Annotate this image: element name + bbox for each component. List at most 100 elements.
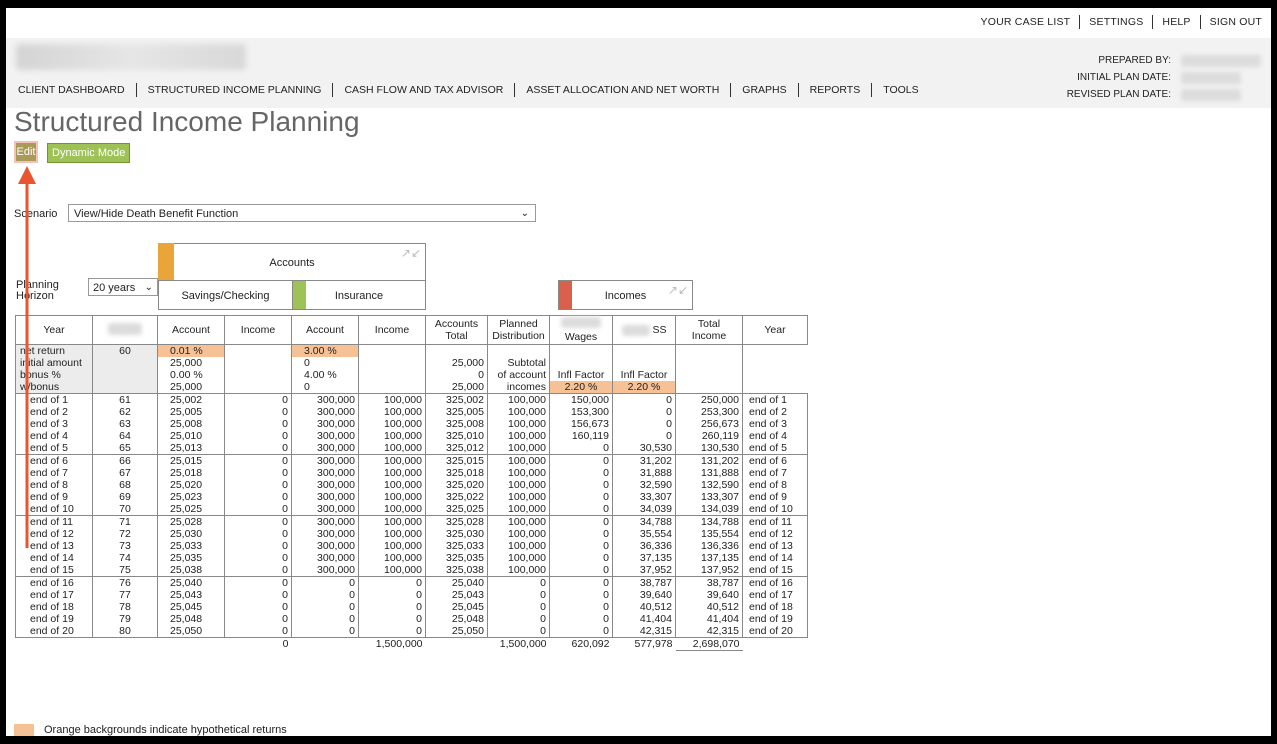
cell-age: 74: [92, 552, 158, 564]
cell-age: 79: [92, 613, 158, 625]
cell-savings-income: 0: [224, 601, 292, 613]
cell-year-right: end of 8: [742, 479, 808, 491]
cell-planned-distribution: 0: [487, 601, 550, 613]
table-row: end of 7 67 25,018 0 300,000 100,000 325,018 10…: [15, 467, 808, 479]
cell-savings-income: 0: [224, 540, 292, 552]
cell-year-right: end of 10: [742, 503, 808, 516]
cell-wages: 0: [549, 515, 613, 528]
assumption-wages[interactable]: 2.20 %: [549, 381, 613, 394]
cell-savings-income: 0: [224, 393, 292, 406]
planning-horizon-select[interactable]: 20 years ⌄: [88, 278, 158, 296]
total-insurance-income: 1,500,000: [358, 637, 426, 651]
cell-insurance-account: 300,000: [291, 406, 359, 418]
cell-ss: 33,307: [612, 491, 676, 503]
table-row: end of 14 74 25,035 0 300,000 100,000 325,035 1…: [15, 552, 808, 564]
assumption-age: [92, 357, 158, 369]
cell-total-income: 136,336: [675, 540, 743, 552]
table-row: end of 4 64 25,010 0 300,000 100,000 325,010 10…: [15, 430, 808, 442]
nav-your-case-list[interactable]: YOUR CASE LIST: [972, 16, 1080, 28]
assumption-ti: [675, 369, 743, 381]
total-savings-income: 0: [224, 637, 292, 651]
assumption-ins-acc[interactable]: 0: [291, 357, 359, 369]
cell-wages: 160,119: [549, 430, 613, 442]
nav-reports[interactable]: REPORTS: [810, 84, 861, 96]
divider: [135, 83, 137, 97]
top-navigation: YOUR CASE LIST SETTINGS HELP SIGN OUT: [972, 8, 1271, 36]
accounts-group-label: Accounts: [269, 257, 315, 269]
col-accounts-total-line2: Total: [445, 330, 468, 342]
table-row: end of 16 76 25,040 0 0 0 25,040 0 0 38,787 38,787…: [15, 576, 808, 589]
totals-block: 0 1,500,000 1,500,000 620,092 577,978 2,…: [16, 637, 808, 651]
nav-sign-out[interactable]: SIGN OUT: [1201, 16, 1271, 28]
cell-total-income: 135,554: [675, 528, 743, 540]
cell-insurance-income: 100,000: [358, 467, 426, 479]
assumption-sav-inc: [224, 369, 292, 381]
cell-accounts-total: 325,022: [425, 491, 488, 503]
cell-age: 76: [92, 576, 158, 589]
incomes-label: Incomes: [604, 290, 647, 302]
cell-age: 61: [92, 393, 158, 406]
collapse-arrows-icon[interactable]: ↗↙: [668, 283, 688, 297]
cell-accounts-total: 325,038: [425, 564, 488, 577]
assumption-ins-acc[interactable]: 3.00 %: [291, 344, 359, 357]
table-row: end of 11 71 25,028 0 300,000 100,000 325,028 1…: [15, 515, 808, 528]
collapse-arrows-icon[interactable]: ↗↙: [401, 246, 421, 260]
cell-planned-distribution: 100,000: [487, 515, 550, 528]
assumption-wages: [549, 357, 613, 369]
cell-savings-income: 0: [224, 589, 292, 601]
legend-text: Orange backgrounds indicate hypothetical…: [44, 724, 287, 736]
nav-graphs[interactable]: GRAPHS: [742, 84, 786, 96]
cell-savings-account: 25,048: [157, 613, 225, 625]
scenario-select[interactable]: View/Hide Death Benefit Function ⌄: [68, 204, 536, 222]
total-income: 2,698,070: [675, 637, 743, 651]
cell-planned-distribution: 100,000: [487, 406, 550, 418]
total-ss: 577,978: [612, 637, 676, 651]
cell-insurance-income: 100,000: [358, 418, 426, 430]
cell-planned-distribution: 100,000: [487, 503, 550, 516]
assumption-sav-acc[interactable]: 0.00 %: [157, 369, 225, 381]
nav-tools[interactable]: TOOLS: [883, 84, 918, 96]
cell-insurance-account: 300,000: [291, 393, 359, 406]
main-navigation: CLIENT DASHBOARD STRUCTURED INCOME PLANN…: [18, 83, 919, 97]
plan-info: PREPARED BY: INITIAL PLAN DATE: REVISED …: [1067, 52, 1171, 103]
col-savings-account: Account: [157, 315, 225, 345]
col-ss-label: SS: [652, 324, 667, 336]
cell-year-right: end of 4: [742, 430, 808, 442]
nav-asset-allocation-net-worth[interactable]: ASSET ALLOCATION AND NET WORTH: [526, 84, 719, 96]
cell-total-income: 42,315: [675, 625, 743, 638]
total-wages: 620,092: [549, 637, 613, 651]
cell-wages: 0: [549, 601, 613, 613]
assumption-ss[interactable]: 2.20 %: [612, 381, 676, 394]
cell-insurance-account: 0: [291, 625, 359, 638]
nav-settings[interactable]: SETTINGS: [1080, 16, 1152, 28]
table-row: end of 8 68 25,020 0 300,000 100,000 325,020 10…: [15, 479, 808, 491]
nav-structured-income-planning[interactable]: STRUCTURED INCOME PLANNING: [148, 84, 322, 96]
cell-planned-distribution: 100,000: [487, 564, 550, 577]
cell-accounts-total: 25,045: [425, 601, 488, 613]
cell-year: end of 16: [15, 576, 93, 589]
nav-cash-flow-tax-advisor[interactable]: CASH FLOW AND TAX ADVISOR: [344, 84, 503, 96]
cell-year-right: end of 20: [742, 625, 808, 638]
cell-accounts-total: 325,015: [425, 454, 488, 467]
assumption-sav-acc[interactable]: 25,000: [157, 357, 225, 369]
cell-insurance-income: 100,000: [358, 564, 426, 577]
savings-color-tab: [158, 243, 174, 281]
insurance-header: Insurance: [292, 280, 426, 310]
cell-age: 62: [92, 406, 158, 418]
nav-help[interactable]: HELP: [1153, 16, 1199, 28]
assumption-ins-inc: [358, 381, 426, 394]
cell-insurance-account: 300,000: [291, 479, 359, 491]
cell-savings-income: 0: [224, 479, 292, 491]
assumption-sav-acc[interactable]: 0.01 %: [157, 344, 225, 357]
assumption-ins-acc[interactable]: 0: [291, 381, 359, 394]
cell-age: 78: [92, 601, 158, 613]
insurance-label: Insurance: [334, 290, 384, 302]
cell-savings-income: 0: [224, 552, 292, 564]
cell-wages: 0: [549, 442, 613, 455]
assumption-tot: 0: [425, 369, 488, 381]
cell-insurance-income: 100,000: [358, 515, 426, 528]
assumption-sav-acc[interactable]: 25,000: [157, 381, 225, 394]
orange-swatch: [14, 724, 34, 736]
cell-planned-distribution: 0: [487, 576, 550, 589]
assumption-ins-acc[interactable]: 4.00 %: [291, 369, 359, 381]
